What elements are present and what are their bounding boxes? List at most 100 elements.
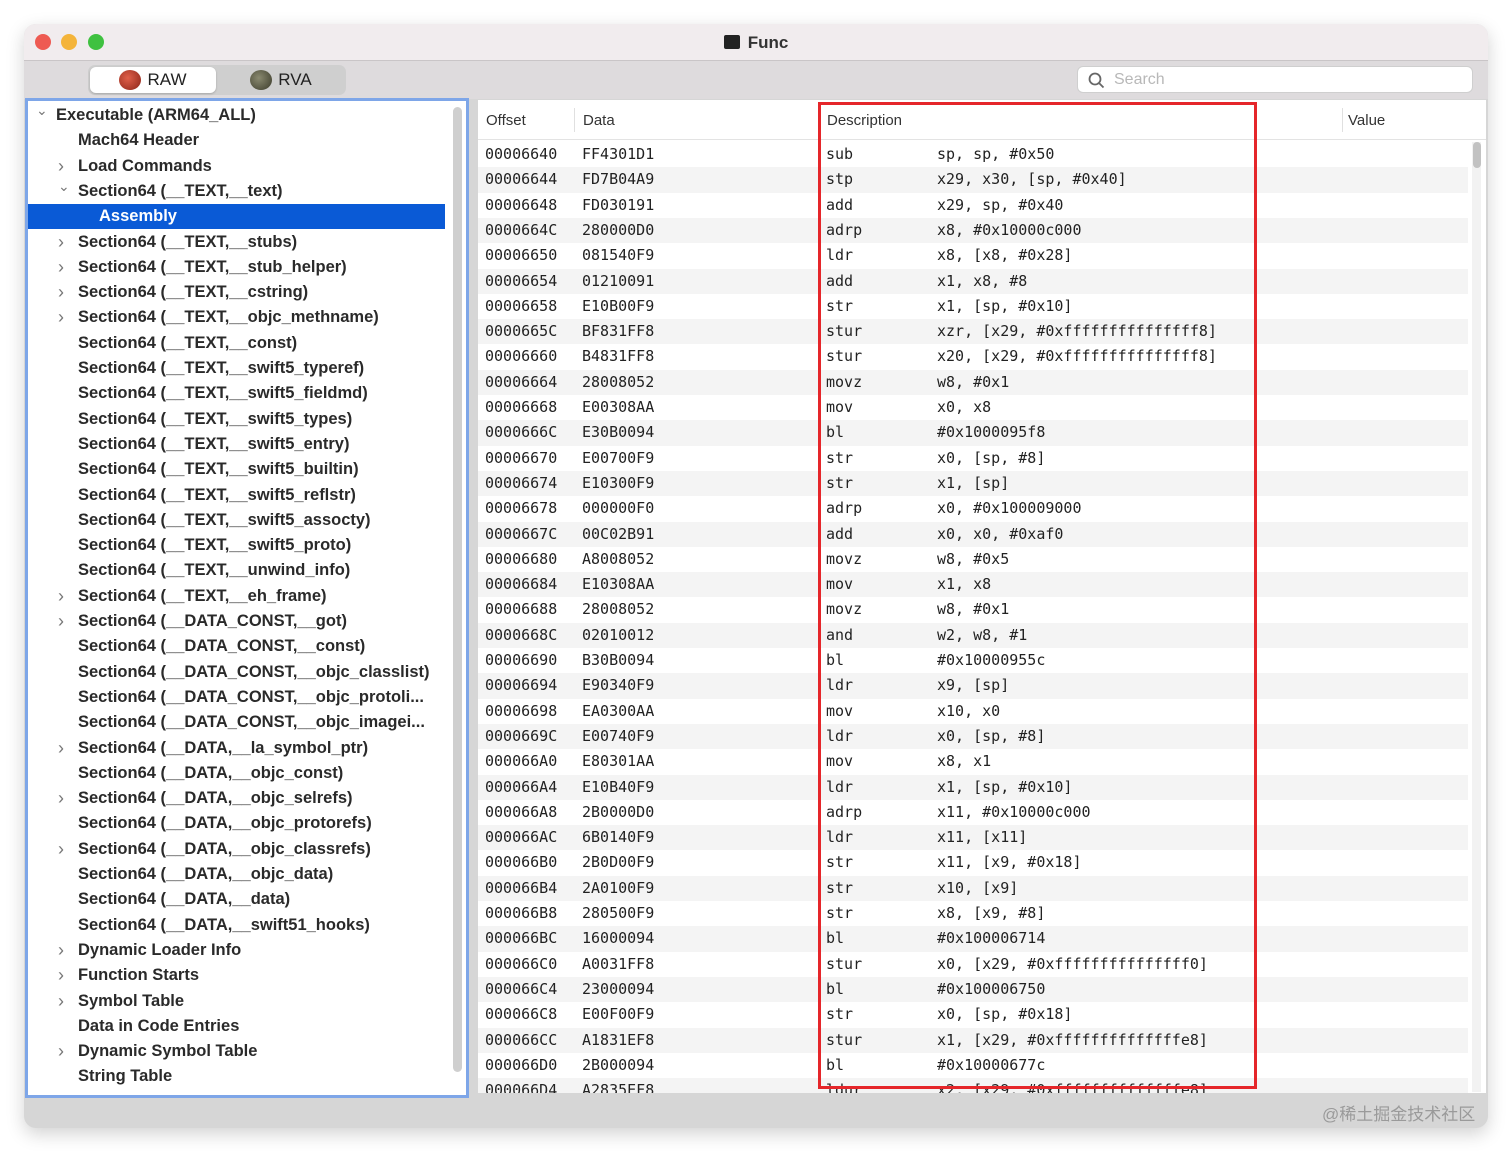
tree-item[interactable]: Section64 (__TEXT,__swift5_entry) bbox=[28, 432, 445, 457]
table-row[interactable]: 0000667C 00C02B91 add x0, x0, #0xaf0 bbox=[478, 521, 1468, 547]
chevron-right-icon[interactable]: › bbox=[58, 280, 64, 305]
tree-item[interactable]: › Section64 (__TEXT,__eh_frame) bbox=[28, 584, 445, 609]
table-row[interactable]: 00006678 000000F0 adrp x0, #0x100009000 bbox=[478, 496, 1468, 521]
search-input[interactable]: Search bbox=[1077, 66, 1473, 93]
tree-item[interactable]: Section64 (__TEXT,__swift5_builtin) bbox=[28, 457, 445, 482]
chevron-right-icon[interactable]: › bbox=[58, 230, 64, 255]
tree-item[interactable]: Section64 (__TEXT,__swift5_reflstr) bbox=[28, 483, 445, 508]
table-row[interactable]: 00006670 E00700F9 str x0, [sp, #8] bbox=[478, 446, 1468, 471]
tree-item[interactable]: Section64 (__TEXT,__swift5_fieldmd) bbox=[28, 381, 445, 406]
table-row[interactable]: 00006650 081540F9 ldr x8, [x8, #0x28] bbox=[478, 243, 1468, 268]
table-row[interactable]: 000066C0 A0031FF8 stur x0, [x29, #0xfffffff… bbox=[478, 952, 1468, 977]
table-row[interactable]: 000066BC 16000094 bl #0x100006714 bbox=[478, 926, 1468, 952]
raw-mode-button[interactable]: RAW bbox=[90, 67, 216, 93]
tree-item[interactable]: Section64 (__TEXT,__swift5_proto) bbox=[28, 533, 445, 558]
tree-item[interactable]: Section64 (__TEXT,__swift5_typeref) bbox=[28, 356, 445, 381]
table-row[interactable]: 0000669C E00740F9 ldr x0, [sp, #8] bbox=[478, 723, 1468, 750]
table-row[interactable]: 00006694 E90340F9 ldr x9, [sp] bbox=[478, 673, 1468, 699]
table-row[interactable]: 0000666C E30B0094 bl #0x1000095f8 bbox=[478, 420, 1468, 446]
tree-item[interactable]: Section64 (__DATA_CONST,__const) bbox=[28, 634, 445, 659]
table-row[interactable]: 000066D0 2B000094 bl #0x10000677c bbox=[478, 1053, 1468, 1078]
tree-item[interactable]: › Section64 (__TEXT,__stub_helper) bbox=[28, 255, 445, 280]
column-value[interactable]: Value bbox=[1348, 112, 1385, 129]
assembly-table[interactable]: Offset Data Description Value 00006640 FF… bbox=[478, 100, 1486, 1093]
tree-item[interactable]: Section64 (__TEXT,__unwind_info) bbox=[28, 558, 445, 583]
tree-item[interactable]: Section64 (__DATA,__objc_const) bbox=[28, 761, 445, 786]
tree-item[interactable]: Section64 (__TEXT,__swift5_assocty) bbox=[28, 508, 445, 533]
table-row[interactable]: 000066C8 E00F00F9 str x0, [sp, #0x18] bbox=[478, 1002, 1468, 1027]
table-row[interactable]: 00006698 EA0300AA mov x10, x0 bbox=[478, 699, 1468, 724]
table-row[interactable]: 00006658 E10B00F9 str x1, [sp, #0x10] bbox=[478, 294, 1468, 319]
table-row[interactable]: 0000665C BF831FF8 stur xzr, [x29, #0xffffff… bbox=[478, 319, 1468, 345]
chevron-right-icon[interactable]: › bbox=[58, 786, 64, 811]
tree-item[interactable]: Section64 (__TEXT,__const) bbox=[28, 331, 445, 356]
table-row[interactable]: 000066A0 E80301AA mov x8, x1 bbox=[478, 749, 1468, 774]
tree-item[interactable]: › Section64 (__TEXT,__cstring) bbox=[28, 280, 445, 305]
table-row[interactable]: 000066CC A1831EF8 stur x1, [x29, #0xfffffff… bbox=[478, 1027, 1468, 1053]
table-row[interactable]: 0000664C 280000D0 adrp x8, #0x10000c000 bbox=[478, 217, 1468, 244]
tree-item[interactable]: › Section64 (__DATA_CONST,__got) bbox=[28, 609, 445, 634]
table-row[interactable]: 000066AC 6B0140F9 ldr x11, [x11] bbox=[478, 825, 1468, 851]
table-row[interactable]: 000066B0 2B0D00F9 str x11, [x9, #0x18] bbox=[478, 850, 1468, 875]
table-row[interactable]: 00006664 28008052 movz w8, #0x1 bbox=[478, 369, 1468, 395]
structure-tree[interactable]: ⌄ Executable (ARM64_ALL) Mach64 Header › Loa… bbox=[25, 98, 469, 1098]
tree-item[interactable]: Section64 (__DATA,__data) bbox=[28, 887, 445, 912]
chevron-right-icon[interactable]: › bbox=[58, 255, 64, 280]
column-description[interactable]: Description bbox=[827, 112, 902, 129]
table-row[interactable]: 00006680 A8008052 movz w8, #0x5 bbox=[478, 547, 1468, 572]
table-row[interactable]: 00006684 E10308AA mov x1, x8 bbox=[478, 572, 1468, 598]
table-row[interactable]: 00006674 E10300F9 str x1, [sp] bbox=[478, 470, 1468, 497]
tree-item[interactable]: Section64 (__DATA_CONST,__objc_imagei... bbox=[28, 710, 445, 735]
tree-item[interactable]: Section64 (__DATA,__swift51_hooks) bbox=[28, 913, 445, 938]
table-row[interactable]: 00006660 B4831FF8 stur x20, [x29, #0xffffff… bbox=[478, 344, 1468, 369]
chevron-right-icon[interactable]: › bbox=[58, 963, 64, 988]
chevron-down-icon[interactable]: ⌄ bbox=[58, 174, 70, 199]
tree-item[interactable]: › Load Commands bbox=[28, 154, 445, 179]
tree-item[interactable]: Section64 (__DATA,__objc_data) bbox=[28, 862, 445, 887]
tree-item[interactable]: String Table bbox=[28, 1064, 445, 1089]
tree-item[interactable]: Section64 (__TEXT,__swift5_types) bbox=[28, 407, 445, 432]
rva-mode-button[interactable]: RVA bbox=[218, 67, 344, 93]
table-row[interactable]: 00006688 28008052 movz w8, #0x1 bbox=[478, 597, 1468, 622]
tree-item[interactable]: › Dynamic Loader Info bbox=[28, 938, 445, 963]
chevron-right-icon[interactable]: › bbox=[58, 609, 64, 634]
table-row[interactable]: 000066C4 23000094 bl #0x100006750 bbox=[478, 976, 1468, 1003]
table-row[interactable]: 000066D4 A2835EF8 ldur x2, [x29, #0xfffffff… bbox=[478, 1078, 1468, 1093]
table-row[interactable]: 00006654 01210091 add x1, x8, #8 bbox=[478, 268, 1468, 294]
table-row[interactable]: 000066A8 2B0000D0 adrp x11, #0x10000c000 bbox=[478, 800, 1468, 825]
table-row[interactable]: 000066A4 E10B40F9 ldr x1, [sp, #0x10] bbox=[478, 774, 1468, 800]
table-row[interactable]: 00006648 FD030191 add x29, sp, #0x40 bbox=[478, 193, 1468, 218]
tree-item[interactable]: Section64 (__DATA_CONST,__objc_protoli..… bbox=[28, 685, 445, 710]
tree-item[interactable]: › Section64 (__DATA,__objc_classrefs) bbox=[28, 837, 445, 862]
tree-item[interactable]: › Dynamic Symbol Table bbox=[28, 1039, 445, 1064]
table-row[interactable]: 00006668 E00308AA mov x0, x8 bbox=[478, 395, 1468, 420]
tree-item[interactable]: › Function Starts bbox=[28, 963, 445, 988]
tree-item[interactable]: Section64 (__DATA_CONST,__objc_classlist… bbox=[28, 660, 445, 685]
tree-scrollbar[interactable] bbox=[453, 107, 462, 1072]
chevron-right-icon[interactable]: › bbox=[58, 736, 64, 761]
tree-item[interactable]: Mach64 Header bbox=[28, 128, 445, 153]
chevron-right-icon[interactable]: › bbox=[58, 305, 64, 330]
tree-item[interactable]: ⌄ Executable (ARM64_ALL) bbox=[28, 102, 445, 128]
tree-item[interactable]: › Section64 (__TEXT,__objc_methname) bbox=[28, 305, 445, 330]
chevron-down-icon[interactable]: ⌄ bbox=[36, 98, 48, 123]
tree-item[interactable]: › Section64 (__TEXT,__stubs) bbox=[28, 230, 445, 255]
column-data[interactable]: Data bbox=[583, 112, 615, 129]
table-row[interactable]: 00006640 FF4301D1 sub sp, sp, #0x50 bbox=[478, 142, 1468, 167]
table-row[interactable]: 000066B4 2A0100F9 str x10, [x9] bbox=[478, 875, 1468, 901]
tree-item[interactable]: › Section64 (__DATA,__la_symbol_ptr) bbox=[28, 736, 445, 761]
chevron-right-icon[interactable]: › bbox=[58, 584, 64, 609]
table-scrollbar[interactable] bbox=[1472, 142, 1481, 1092]
chevron-right-icon[interactable]: › bbox=[58, 837, 64, 862]
tree-item[interactable]: Data in Code Entries bbox=[28, 1014, 445, 1039]
table-scroll-thumb[interactable] bbox=[1473, 142, 1481, 168]
tree-item[interactable]: ⌄ Section64 (__TEXT,__text) bbox=[28, 178, 445, 204]
table-row[interactable]: 00006690 B30B0094 bl #0x10000955c bbox=[478, 648, 1468, 673]
table-row[interactable]: 0000668C 02010012 and w2, w8, #1 bbox=[478, 622, 1468, 648]
tree-item[interactable]: Section64 (__DATA,__objc_protorefs) bbox=[28, 811, 445, 836]
chevron-right-icon[interactable]: › bbox=[58, 938, 64, 963]
table-row[interactable]: 00006644 FD7B04A9 stp x29, x30, [sp, #0x40] bbox=[478, 167, 1468, 193]
chevron-right-icon[interactable]: › bbox=[58, 1039, 64, 1064]
table-row[interactable]: 000066B8 280500F9 str x8, [x9, #8] bbox=[478, 901, 1468, 926]
chevron-right-icon[interactable]: › bbox=[58, 989, 64, 1014]
